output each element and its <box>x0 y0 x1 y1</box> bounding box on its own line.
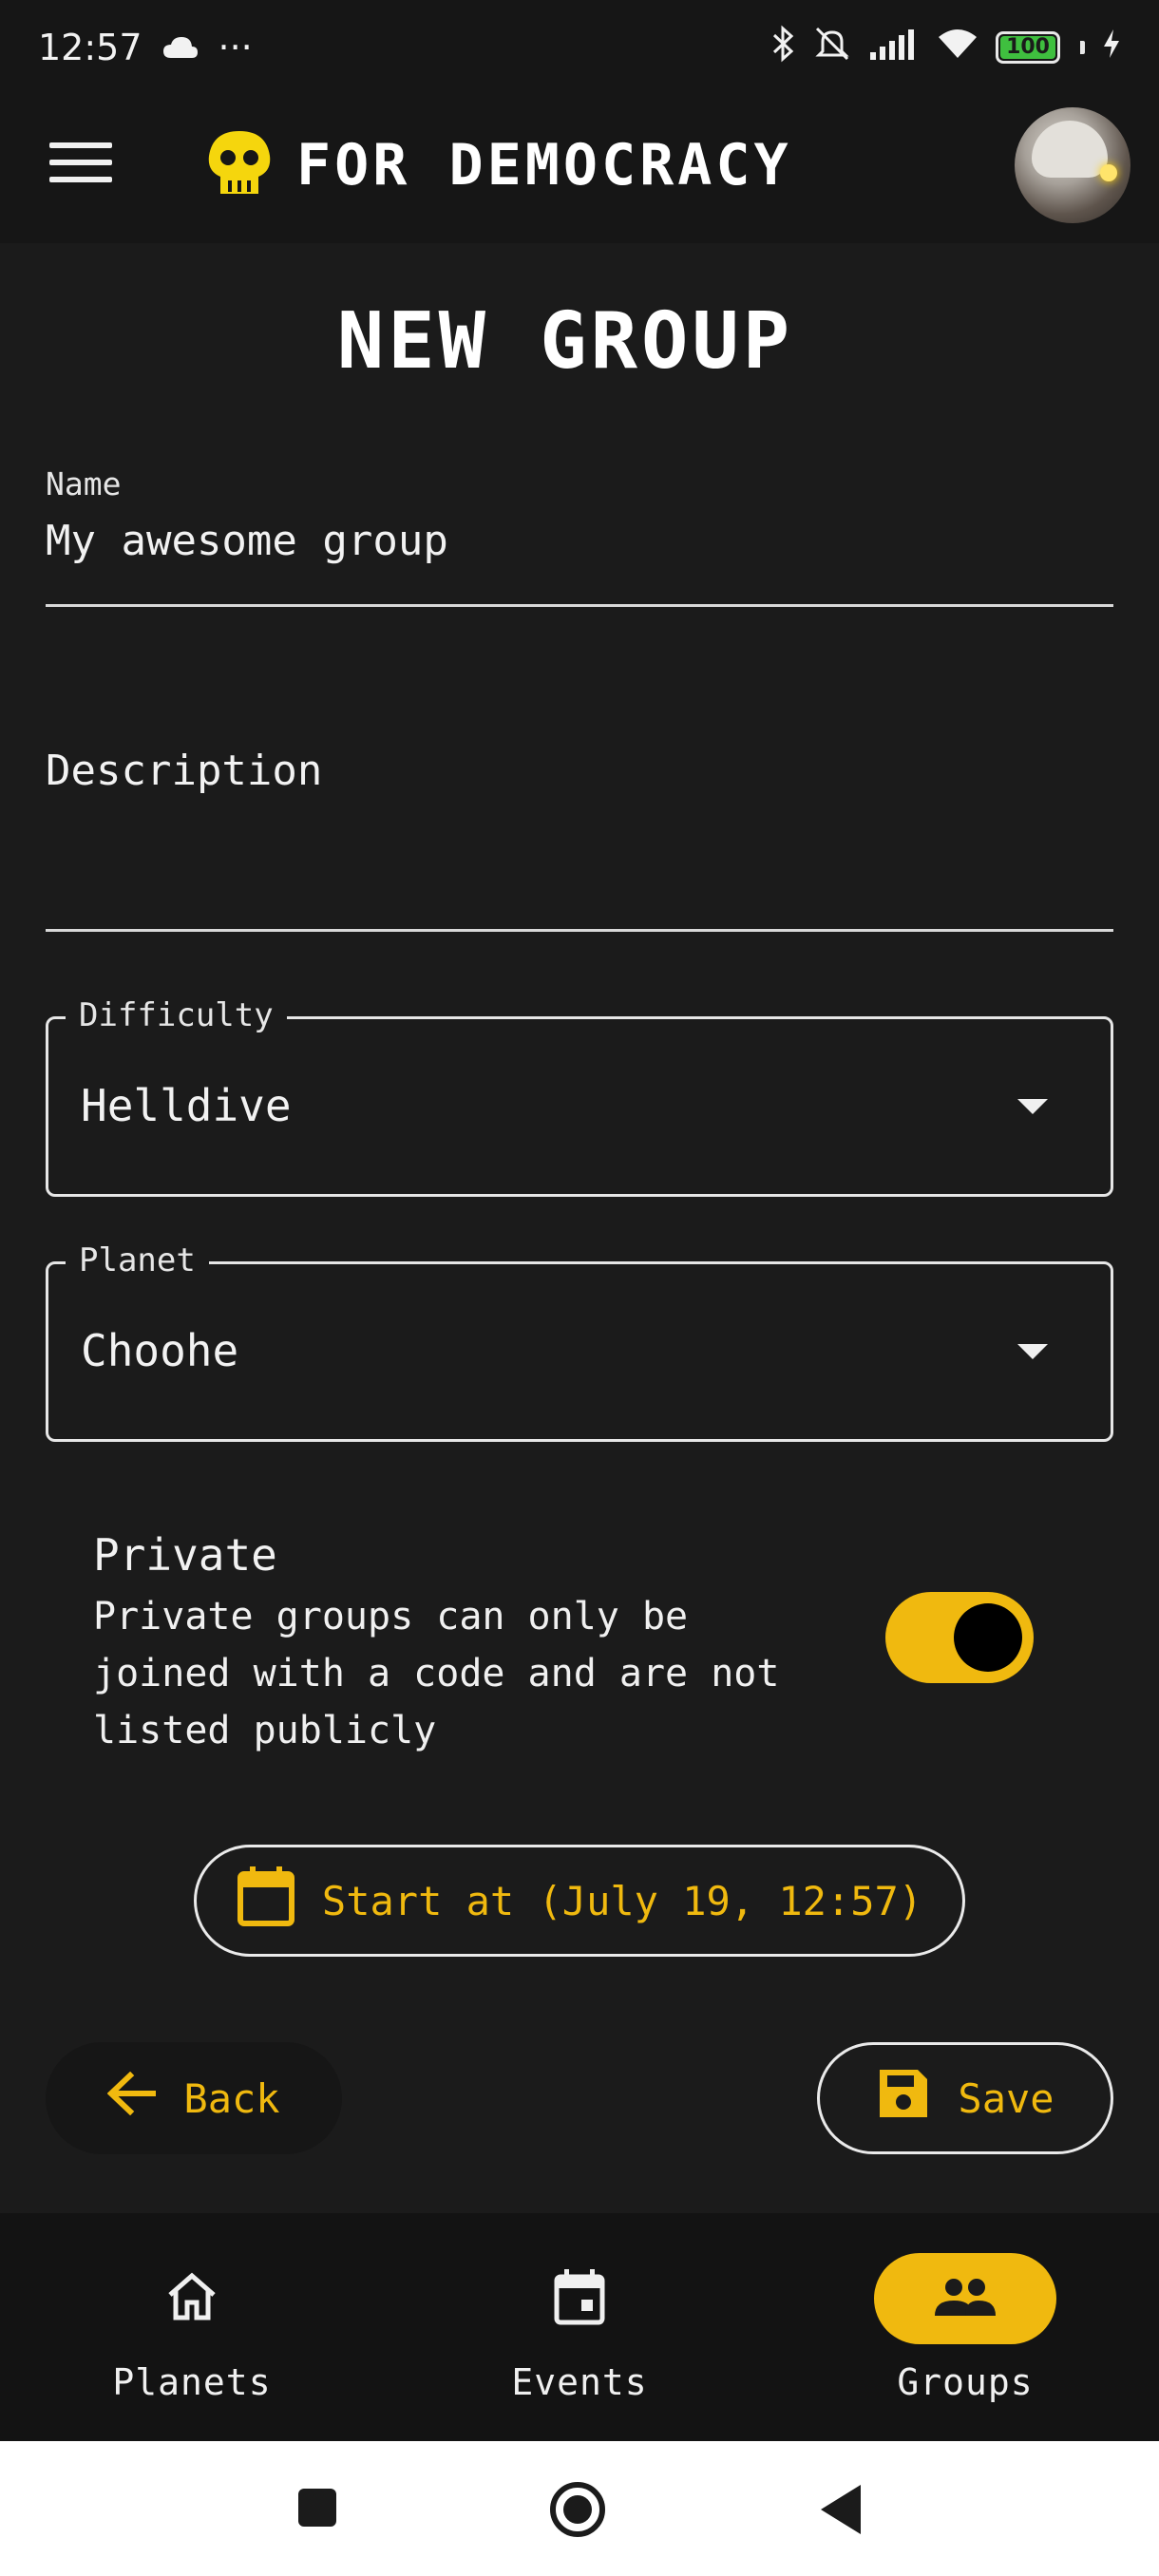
back-label: Back <box>183 2074 280 2122</box>
planet-label: Planet <box>66 1241 209 1279</box>
charging-icon <box>1102 27 1121 68</box>
nav-label-events: Events <box>511 2361 648 2403</box>
difficulty-label: Difficulty <box>66 996 287 1034</box>
status-more: ··· <box>218 27 253 68</box>
nav-label-groups: Groups <box>897 2361 1034 2403</box>
bottom-nav: Planets Events Groups <box>0 2213 1159 2441</box>
back-nav-button[interactable] <box>819 2483 863 2540</box>
private-title: Private <box>93 1529 277 1581</box>
nav-label-planets: Planets <box>112 2361 272 2403</box>
avatar-light <box>1100 164 1117 181</box>
menu-icon-line <box>49 160 112 165</box>
start-at-button[interactable]: Start at (July 19, 12:57) <box>194 1845 965 1957</box>
nav-icon-container <box>101 2253 283 2344</box>
description-field[interactable]: Description <box>46 747 322 795</box>
cloud-icon <box>162 27 200 68</box>
name-label: Name <box>46 465 122 502</box>
private-toggle[interactable] <box>885 1592 1034 1683</box>
description-underline <box>46 929 1113 932</box>
arrow-left-icon <box>107 2071 157 2125</box>
dropdown-arrow-icon <box>1017 1344 1048 1359</box>
status-bar: 12:57 ··· 100 <box>0 0 1159 95</box>
battery-level: 100 <box>1000 36 1055 59</box>
battery-tip <box>1080 41 1085 54</box>
avatar-hair <box>1032 121 1108 178</box>
save-button[interactable]: Save <box>817 2042 1113 2154</box>
planet-select[interactable]: Planet Choohe <box>46 1241 1113 1442</box>
difficulty-select[interactable]: Difficulty Helldive <box>46 996 1113 1197</box>
calendar-icon <box>237 1865 295 1937</box>
back-button[interactable]: Back <box>46 2042 342 2154</box>
app-title: FOR DEMOCRACY <box>296 132 792 199</box>
system-nav-bar <box>0 2441 1159 2576</box>
bluetooth-icon <box>771 25 796 71</box>
start-at-label: Start at (July 19, 12:57) <box>321 1877 923 1924</box>
recents-button[interactable] <box>296 2487 338 2532</box>
nav-item-events[interactable]: Events <box>437 2253 722 2424</box>
app-bar: FOR DEMOCRACY <box>0 95 1159 243</box>
page-title: NEW GROUP <box>336 296 794 387</box>
menu-icon-line <box>49 177 112 182</box>
menu-icon-line <box>49 142 112 148</box>
nav-item-planets[interactable]: Planets <box>49 2253 334 2424</box>
save-label: Save <box>958 2074 1054 2122</box>
difficulty-value: Helldive <box>81 1080 292 1131</box>
nav-icon-container <box>488 2253 671 2344</box>
dropdown-arrow-icon <box>1017 1099 1048 1114</box>
people-icon <box>931 2276 999 2321</box>
avatar[interactable] <box>1015 107 1130 223</box>
save-icon <box>876 2066 931 2131</box>
home-button[interactable] <box>549 2481 606 2542</box>
toggle-knob <box>954 1603 1022 1672</box>
brand: FOR DEMOCRACY <box>203 127 792 203</box>
home-icon <box>164 2270 219 2327</box>
signal-icon <box>868 27 920 68</box>
bell-off-icon <box>813 25 851 71</box>
name-underline <box>46 604 1113 607</box>
wifi-icon <box>937 27 978 68</box>
skull-logo-icon <box>203 127 276 203</box>
nav-item-groups[interactable]: Groups <box>823 2253 1108 2424</box>
menu-button[interactable] <box>49 142 112 196</box>
status-time: 12:57 <box>38 27 142 68</box>
nav-icon-container-active <box>874 2253 1056 2344</box>
name-field[interactable]: My awesome group <box>46 517 448 565</box>
battery-icon: 100 <box>996 31 1060 64</box>
private-description: Private groups can only be joined with a… <box>93 1595 780 1752</box>
planet-value: Choohe <box>81 1325 239 1376</box>
calendar-icon <box>553 2267 606 2330</box>
